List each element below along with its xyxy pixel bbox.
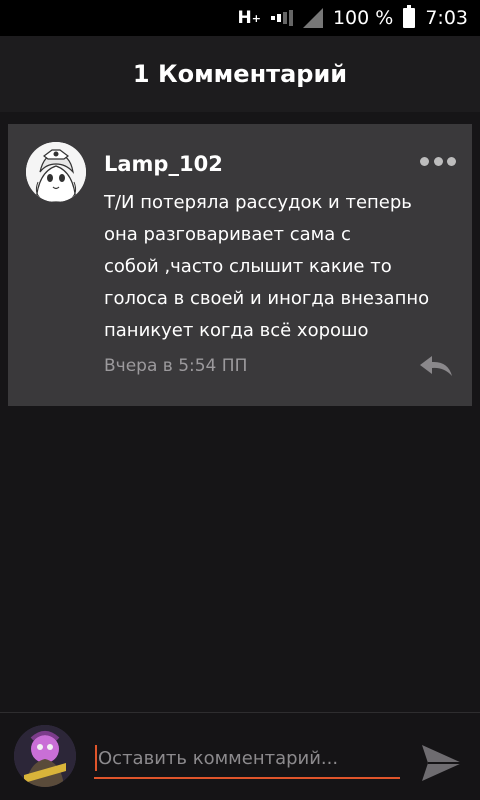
- network-type-indicator: H +: [238, 8, 261, 28]
- battery-icon: [403, 5, 416, 28]
- comment-composer: [0, 712, 480, 800]
- comment-input[interactable]: [94, 739, 400, 779]
- comment-author-avatar[interactable]: [26, 142, 86, 202]
- reply-arrow-icon[interactable]: [418, 352, 454, 380]
- status-bar: H + 100 % 7:03: [0, 0, 480, 36]
- page-title: 1 Комментарий: [132, 60, 348, 88]
- network-type-sup: +: [251, 11, 261, 25]
- comment-body: Т/И потеряла рассудок и теперь она разго…: [104, 192, 430, 341]
- comment-author-name[interactable]: Lamp_102: [104, 152, 223, 176]
- user-avatar-illustration: [14, 725, 76, 787]
- battery-percent: 100 %: [332, 7, 394, 29]
- more-dots-icon[interactable]: [420, 152, 456, 170]
- text-cursor: [95, 745, 97, 771]
- network-type-label: H: [237, 8, 252, 28]
- current-user-avatar[interactable]: [14, 725, 76, 787]
- clock: 7:03: [425, 7, 468, 29]
- avatar-illustration: [26, 142, 86, 202]
- signal-strength-icon: [270, 9, 293, 27]
- send-icon[interactable]: [418, 741, 466, 785]
- comment-timestamp: Вчера в 5:54 ПП: [104, 356, 248, 376]
- wifi-signal-icon: [302, 8, 323, 28]
- comment-card[interactable]: Lamp_102 Т/И потеряла рассудок и теперь …: [8, 124, 472, 406]
- comments-header: 1 Комментарий: [0, 36, 480, 112]
